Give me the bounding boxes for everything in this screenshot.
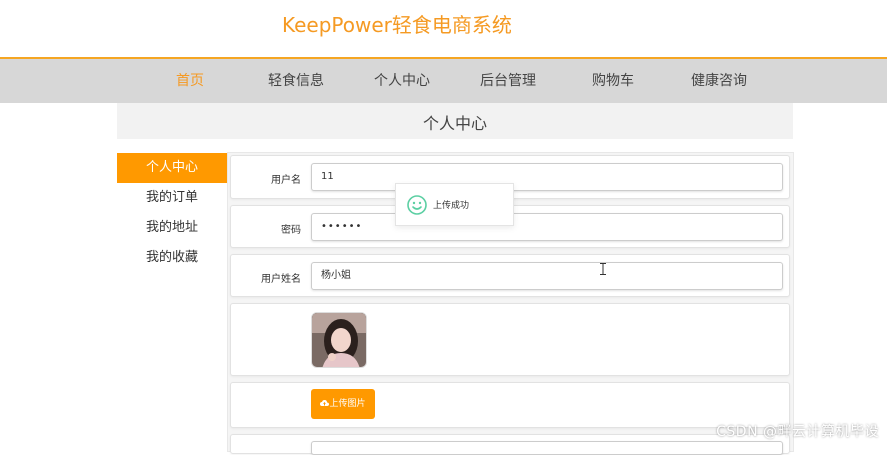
form-row-next [230,434,790,455]
upload-success-toast: 上传成功 [395,183,514,226]
nav-item-personal-center[interactable]: 个人中心 [374,70,430,90]
watermark: CSDN @畔云计算机毕设 [716,424,879,440]
realname-label: 用户姓名 [261,274,301,285]
main-nav: 首页 轻食信息 个人中心 后台管理 购物车 健康咨询 [0,57,887,103]
username-input[interactable]: 11 [311,163,783,191]
avatar-portrait-icon [312,313,366,367]
sidebar-item-personal-center[interactable]: 个人中心 [117,153,227,183]
nav-item-cart[interactable]: 购物车 [592,70,634,90]
password-label: 密码 [281,225,301,236]
text-cursor-icon [600,263,606,275]
nav-item-home[interactable]: 首页 [176,70,204,90]
form-row-avatar [230,303,790,376]
site-brand: KeepPower轻食电商系统 [282,13,512,37]
realname-input[interactable]: 杨小姐 [311,262,783,290]
form-row-realname: 用户姓名 杨小姐 [230,254,790,297]
username-label: 用户名 [271,175,301,186]
header: KeepPower轻食电商系统 [0,0,887,57]
password-input[interactable]: •••••• [311,213,783,241]
smile-icon [407,195,427,215]
page-title: 个人中心 [422,114,487,133]
upload-button-label: 上传图片 [329,399,366,409]
nav-item-admin[interactable]: 后台管理 [480,70,536,90]
next-input[interactable] [311,441,783,455]
avatar-image [311,312,367,368]
sidebar-item-favorites[interactable]: 我的收藏 [117,243,227,273]
page-title-band: 个人中心 [117,103,793,139]
sidebar-item-orders[interactable]: 我的订单 [117,183,227,213]
toast-message: 上传成功 [433,201,470,211]
form-row-upload: 上传图片 [230,382,790,428]
upload-image-button[interactable]: 上传图片 [311,389,375,419]
sidebar-item-addresses[interactable]: 我的地址 [117,213,227,243]
nav-item-food-info[interactable]: 轻食信息 [268,70,324,90]
nav-item-health-consult[interactable]: 健康咨询 [691,70,747,90]
sidebar: 个人中心 我的订单 我的地址 我的收藏 [117,153,227,273]
